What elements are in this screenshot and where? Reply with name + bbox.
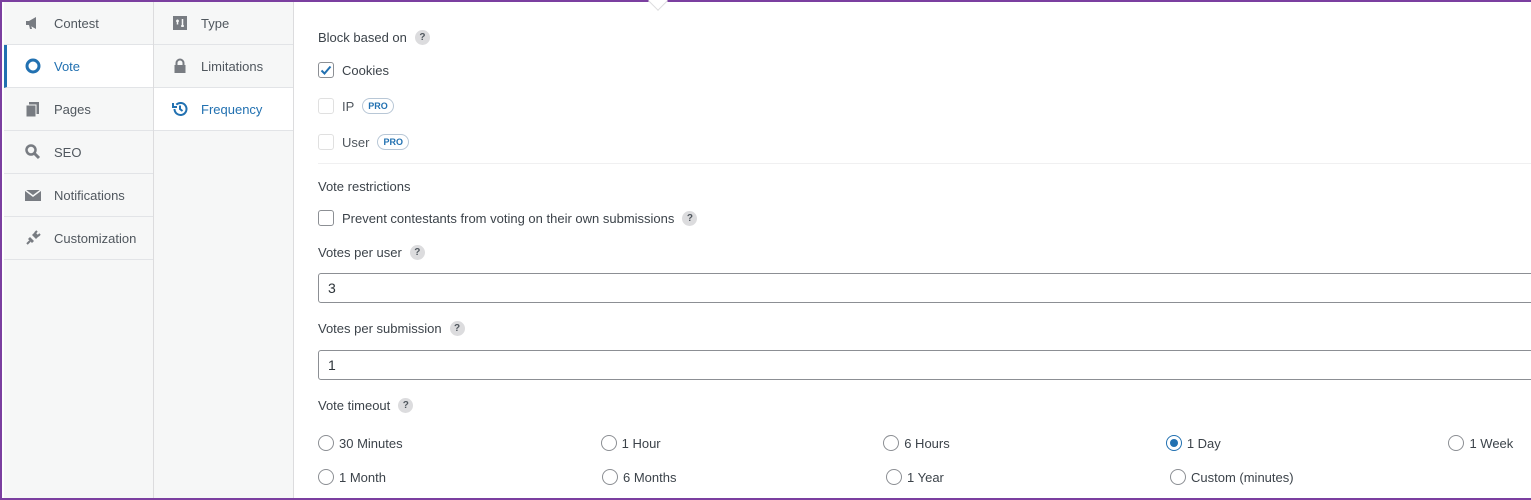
timeout-options-row-1: 30 Minutes 1 Hour 6 Hours 1 Day 1 Week — [318, 435, 1531, 451]
vote-restrictions-label: Vote restrictions — [318, 179, 411, 194]
timeout-option-label: Custom (minutes) — [1191, 469, 1294, 485]
primary-nav: Contest Vote Pages SEO Notifications Cus… — [4, 2, 154, 498]
timeout-option-label: 6 Months — [623, 469, 677, 485]
radio-button[interactable] — [318, 435, 334, 451]
votes-per-submission-value: 1 — [328, 357, 336, 373]
timeout-option-label: 1 Hour — [621, 435, 661, 451]
plugin-icon — [24, 229, 42, 247]
vote-restrictions-heading: Vote restrictions — [318, 179, 411, 194]
prevent-self-vote-checkbox[interactable] — [318, 210, 334, 226]
megaphone-icon — [24, 14, 42, 32]
help-icon[interactable]: ? — [449, 321, 465, 336]
timeout-option-1-day[interactable]: 1 Day — [1165, 435, 1449, 451]
timeout-option-custom[interactable]: Custom (minutes) — [1170, 469, 1454, 485]
timeout-options-row-2: 1 Month 6 Months 1 Year Custom (minutes) — [318, 469, 1531, 485]
block-option-cookies[interactable]: Cookies — [318, 62, 389, 78]
timeout-option-label: 6 Hours — [904, 435, 950, 451]
prevent-self-vote-option[interactable]: Prevent contestants from voting on their… — [318, 210, 698, 226]
nav-item-label: Pages — [54, 101, 91, 117]
block-based-on-heading: Block based on ? — [318, 30, 430, 45]
prevent-self-vote-label: Prevent contestants from voting on their… — [342, 210, 675, 226]
cookies-checkbox[interactable] — [318, 62, 334, 78]
timeout-option-1-week[interactable]: 1 Week — [1448, 435, 1531, 451]
subnav-item-type[interactable]: Type — [154, 2, 293, 45]
radio-button[interactable] — [883, 435, 900, 451]
circle-icon — [24, 57, 42, 75]
help-icon[interactable]: ? — [682, 210, 698, 226]
help-icon[interactable]: ? — [414, 30, 430, 45]
checkmark-icon — [320, 65, 332, 75]
ip-label: IP — [342, 98, 355, 114]
timeout-option-label: 1 Day — [1186, 435, 1221, 451]
help-icon[interactable]: ? — [409, 245, 425, 260]
radio-button[interactable] — [602, 469, 618, 485]
subnav-item-label: Type — [201, 15, 230, 31]
settings-panel: Block based on ? Cookies IP PRO User PRO… — [295, 0, 1531, 498]
radio-button[interactable] — [1448, 435, 1465, 451]
nav-item-notifications[interactable]: Notifications — [4, 174, 153, 217]
vote-timeout-heading: Vote timeout ? — [318, 398, 414, 413]
timeout-option-1-hour[interactable]: 1 Hour — [600, 435, 884, 451]
timeout-option-label: 1 Week — [1469, 435, 1514, 451]
nav-item-customization[interactable]: Customization — [4, 217, 153, 260]
subnav-item-label: Frequency — [201, 101, 263, 117]
block-option-ip: IP PRO — [318, 98, 394, 114]
lock-icon — [171, 57, 189, 75]
pages-icon — [24, 100, 42, 118]
search-icon — [24, 143, 42, 161]
nav-item-contest[interactable]: Contest — [4, 2, 153, 45]
cookies-label: Cookies — [342, 62, 389, 78]
nav-item-vote[interactable]: Vote — [4, 45, 153, 88]
nav-item-label: Contest — [54, 15, 99, 31]
nav-item-label: Vote — [54, 58, 81, 74]
timeout-option-1-month[interactable]: 1 Month — [318, 469, 602, 485]
timeout-option-6-months[interactable]: 6 Months — [602, 469, 886, 485]
ip-checkbox — [318, 98, 334, 114]
radio-button[interactable] — [886, 469, 902, 485]
nav-item-pages[interactable]: Pages — [4, 88, 153, 131]
subnav-item-frequency[interactable]: Frequency — [154, 88, 293, 131]
timeout-option-30-minutes[interactable]: 30 Minutes — [318, 435, 601, 451]
nav-item-label: SEO — [54, 144, 82, 160]
votes-per-user-label: Votes per user — [318, 245, 402, 260]
help-icon[interactable]: ? — [398, 398, 414, 413]
block-based-on-label: Block based on — [318, 30, 407, 45]
subnav-item-limitations[interactable]: Limitations — [154, 45, 293, 88]
votes-per-submission-input[interactable]: 1 — [318, 350, 1531, 380]
block-option-user: User PRO — [318, 134, 409, 150]
history-icon — [171, 100, 189, 118]
secondary-nav: Type Limitations Frequency — [154, 2, 294, 498]
radio-button[interactable] — [600, 435, 617, 451]
timeout-option-6-hours[interactable]: 6 Hours — [883, 435, 1166, 451]
votes-per-user-heading: Votes per user ? — [318, 245, 425, 260]
timeout-option-label: 1 Year — [907, 469, 944, 485]
user-label: User — [342, 134, 370, 150]
user-checkbox — [318, 134, 334, 150]
radio-button[interactable] — [318, 469, 334, 485]
timeout-option-label: 1 Month — [339, 469, 386, 485]
envelope-icon — [24, 186, 42, 204]
timeout-option-label: 30 Minutes — [339, 435, 403, 451]
votes-per-user-value: 3 — [328, 280, 336, 296]
type-icon — [171, 14, 189, 32]
votes-per-submission-heading: Votes per submission ? — [318, 321, 465, 336]
panel-pointer — [648, 0, 668, 11]
nav-item-label: Customization — [54, 230, 137, 246]
section-divider — [318, 163, 1531, 164]
pro-badge: PRO — [362, 98, 394, 114]
radio-button[interactable] — [1170, 469, 1186, 485]
pro-badge: PRO — [377, 134, 409, 150]
nav-item-seo[interactable]: SEO — [4, 131, 153, 174]
vote-timeout-label: Vote timeout — [318, 398, 391, 413]
nav-item-label: Notifications — [54, 187, 125, 203]
votes-per-user-input[interactable]: 3 — [318, 273, 1531, 303]
timeout-option-1-year[interactable]: 1 Year — [886, 469, 1170, 485]
radio-button-selected[interactable] — [1165, 435, 1182, 451]
subnav-item-label: Limitations — [201, 58, 264, 74]
votes-per-submission-label: Votes per submission — [318, 321, 442, 336]
